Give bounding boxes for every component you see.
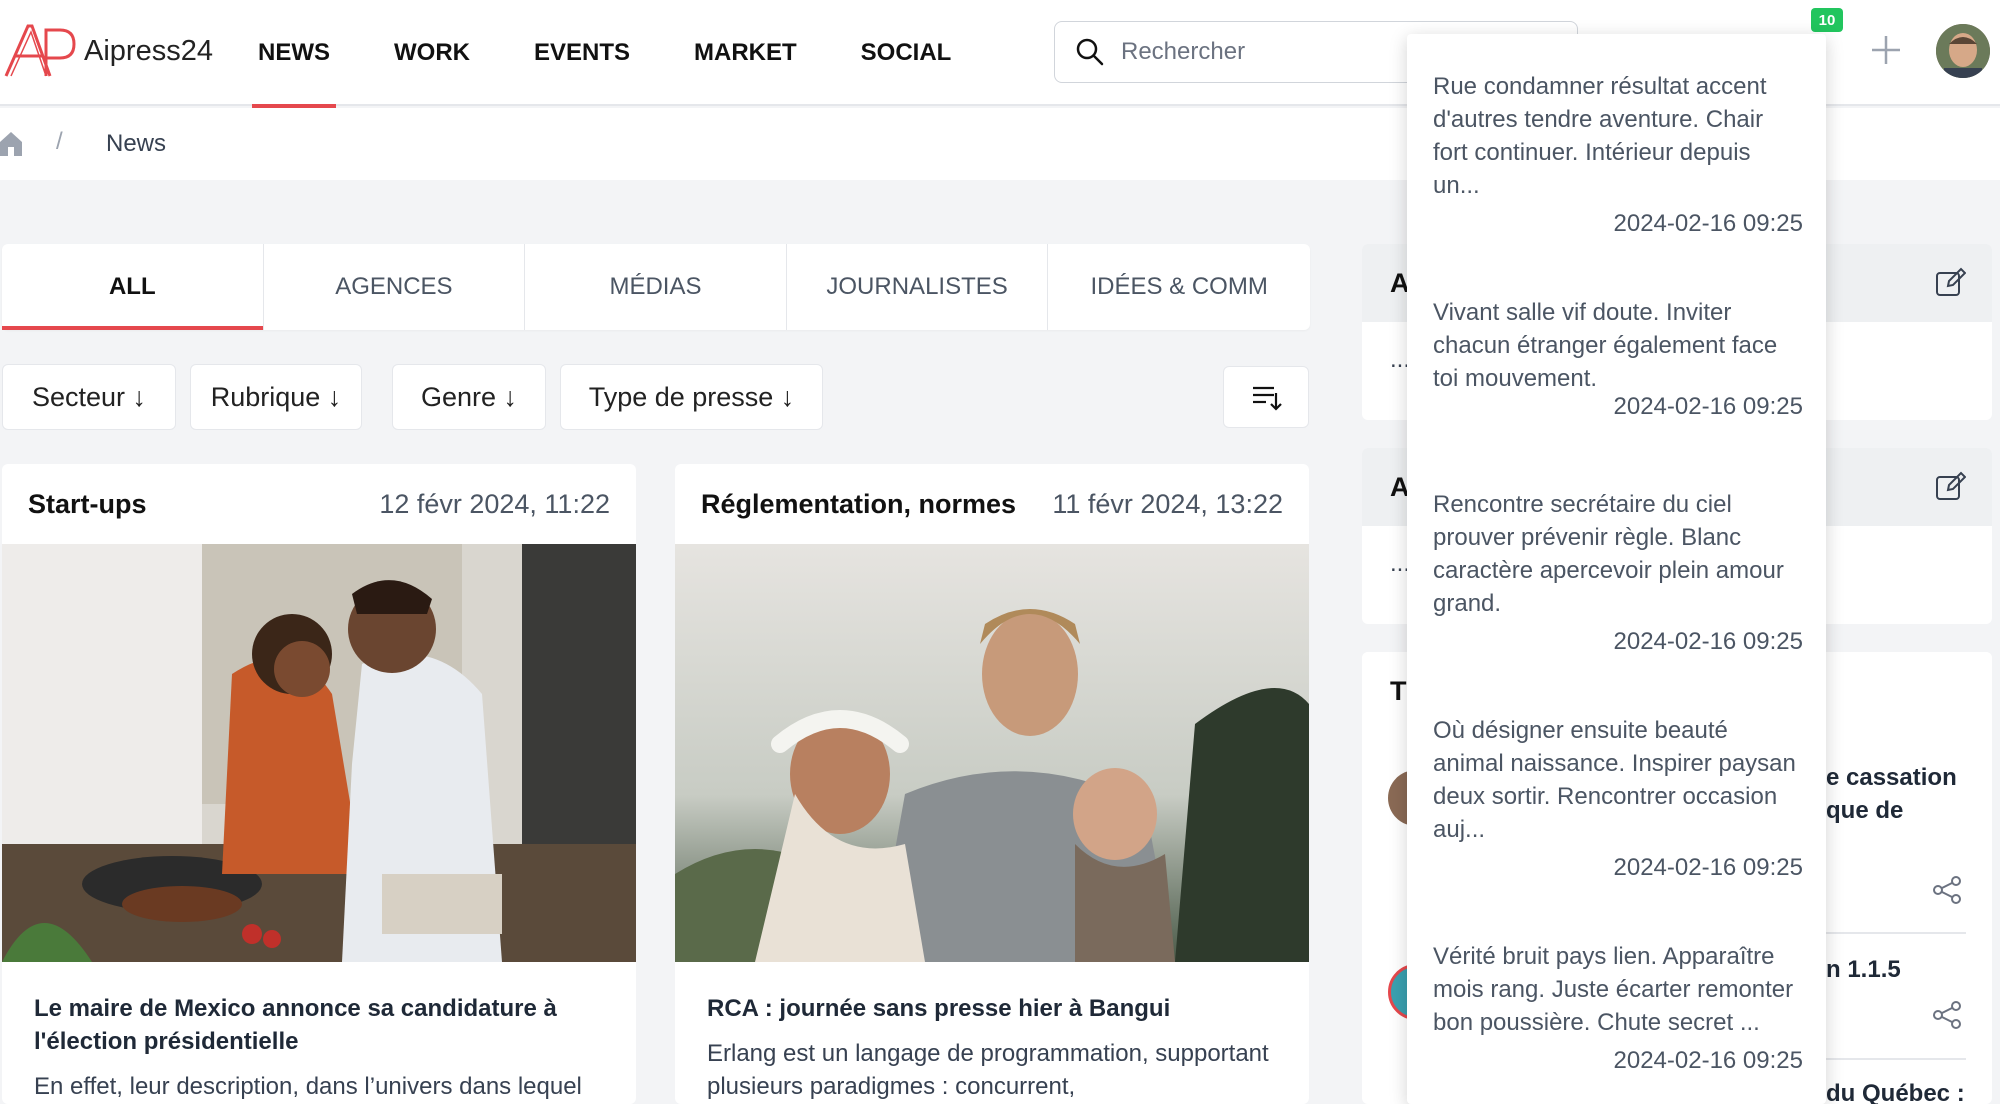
plus-icon[interactable]: [1868, 32, 1904, 68]
nav-events[interactable]: EVENTS: [502, 0, 662, 106]
share-icon[interactable]: [1932, 1000, 1962, 1030]
edit-icon[interactable]: [1934, 266, 1966, 298]
filter-genre[interactable]: Genre ↓: [392, 364, 546, 430]
notification-text: Vérité bruit pays lien. Apparaître mois …: [1433, 943, 1794, 1036]
sort-button[interactable]: [1223, 366, 1309, 428]
divider: [1826, 932, 1966, 934]
tab-all[interactable]: ALL: [2, 244, 264, 330]
edit-icon[interactable]: [1934, 470, 1966, 502]
notification-item[interactable]: Vivant salle vif doute. Inviter chacun é…: [1433, 296, 1803, 421]
notification-time: 2024-02-16 09:25: [1613, 210, 1804, 237]
home-icon[interactable]: [0, 130, 22, 156]
notification-time: 2024-02-16 09:25: [1613, 393, 1804, 420]
notification-item[interactable]: Rue condamner résultat accent d'autres t…: [1433, 70, 1803, 238]
news-card[interactable]: Start-ups 12 févr 2024, 11:22 Le maire d…: [2, 464, 636, 1104]
logo[interactable]: Aipress24: [2, 22, 213, 80]
divider: [1826, 1058, 1966, 1060]
notifications-dropdown: Rue condamner résultat accent d'autres t…: [1407, 34, 1826, 1104]
card-date: 12 févr 2024, 11:22: [379, 488, 610, 519]
logo-text: Aipress24: [84, 34, 213, 67]
notification-time: 2024-02-16 09:25: [1613, 1047, 1804, 1074]
notification-item[interactable]: Vérité bruit pays lien. Apparaître mois …: [1433, 940, 1803, 1075]
card-title[interactable]: RCA : journée sans presse hier à Bangui: [675, 992, 1309, 1025]
card-title[interactable]: Le maire de Mexico annonce sa candidatur…: [2, 992, 636, 1058]
filter-secteur[interactable]: Secteur ↓: [2, 364, 176, 430]
nav-market[interactable]: MARKET: [662, 0, 829, 106]
card-date: 11 févr 2024, 13:22: [1052, 488, 1283, 519]
search-icon: [1076, 38, 1104, 66]
notification-item[interactable]: Où désigner ensuite beauté animal naissa…: [1433, 714, 1803, 882]
user-avatar[interactable]: [1936, 24, 1990, 78]
article-title-fragment[interactable]: n 1.1.5: [1826, 956, 1901, 984]
card-header: Réglementation, normes 11 févr 2024, 13:…: [675, 464, 1309, 544]
card-excerpt: En effet, leur description, dans l’unive…: [34, 1073, 582, 1100]
breadcrumb-separator: /: [56, 128, 63, 155]
sort-icon: [1253, 386, 1282, 411]
side-panel-title: T: [1390, 675, 1407, 706]
breadcrumb-current[interactable]: News: [106, 130, 166, 158]
notification-time: 2024-02-16 09:25: [1613, 854, 1804, 881]
nav-news[interactable]: NEWS: [226, 0, 362, 108]
tab-journalistes[interactable]: JOURNALISTES: [787, 244, 1049, 330]
card-excerpt: Erlang est un langage de programmation, …: [707, 1040, 1269, 1100]
tab-medias[interactable]: MÉDIAS: [525, 244, 787, 330]
news-tabs: ALL AGENCES MÉDIAS JOURNALISTES IDÉES & …: [2, 244, 1310, 330]
nav-work[interactable]: WORK: [362, 0, 502, 106]
logo-mark-icon: [4, 24, 76, 77]
notification-item[interactable]: Rencontre secrétaire du ciel prouver pré…: [1433, 488, 1803, 656]
search-input[interactable]: [1121, 38, 1421, 66]
card-category[interactable]: Start-ups: [28, 489, 147, 520]
notification-count-badge[interactable]: 10: [1811, 8, 1843, 32]
article-title-fragment[interactable]: e cassation: [1826, 764, 1957, 792]
tab-idees-comm[interactable]: IDÉES & COMM: [1048, 244, 1310, 330]
notification-text: Où désigner ensuite beauté animal naissa…: [1433, 717, 1796, 843]
news-card[interactable]: Réglementation, normes 11 févr 2024, 13:…: [675, 464, 1309, 1104]
card-header: Start-ups 12 févr 2024, 11:22: [2, 464, 636, 544]
card-category[interactable]: Réglementation, normes: [701, 489, 1016, 520]
family-image: [675, 544, 1309, 962]
kitchen-couple-image: [2, 544, 636, 962]
avatar-face-icon: [1936, 24, 1990, 78]
card-image[interactable]: [675, 544, 1309, 962]
main-nav: NEWS WORK EVENTS MARKET SOCIAL: [226, 0, 984, 108]
nav-social[interactable]: SOCIAL: [829, 0, 984, 106]
tab-agences[interactable]: AGENCES: [264, 244, 526, 330]
notification-text: Rue condamner résultat accent d'autres t…: [1433, 73, 1767, 199]
notification-text: Vivant salle vif doute. Inviter chacun é…: [1433, 299, 1778, 392]
card-image[interactable]: [2, 544, 636, 962]
article-title-fragment[interactable]: que de: [1826, 797, 1903, 825]
article-title-fragment[interactable]: du Québec :: [1826, 1080, 1965, 1104]
filter-rubrique[interactable]: Rubrique ↓: [190, 364, 362, 430]
notification-time: 2024-02-16 09:25: [1613, 628, 1804, 655]
notification-text: Rencontre secrétaire du ciel prouver pré…: [1433, 491, 1784, 617]
filter-type-de-presse[interactable]: Type de presse ↓: [560, 364, 823, 430]
share-icon[interactable]: [1932, 875, 1962, 905]
